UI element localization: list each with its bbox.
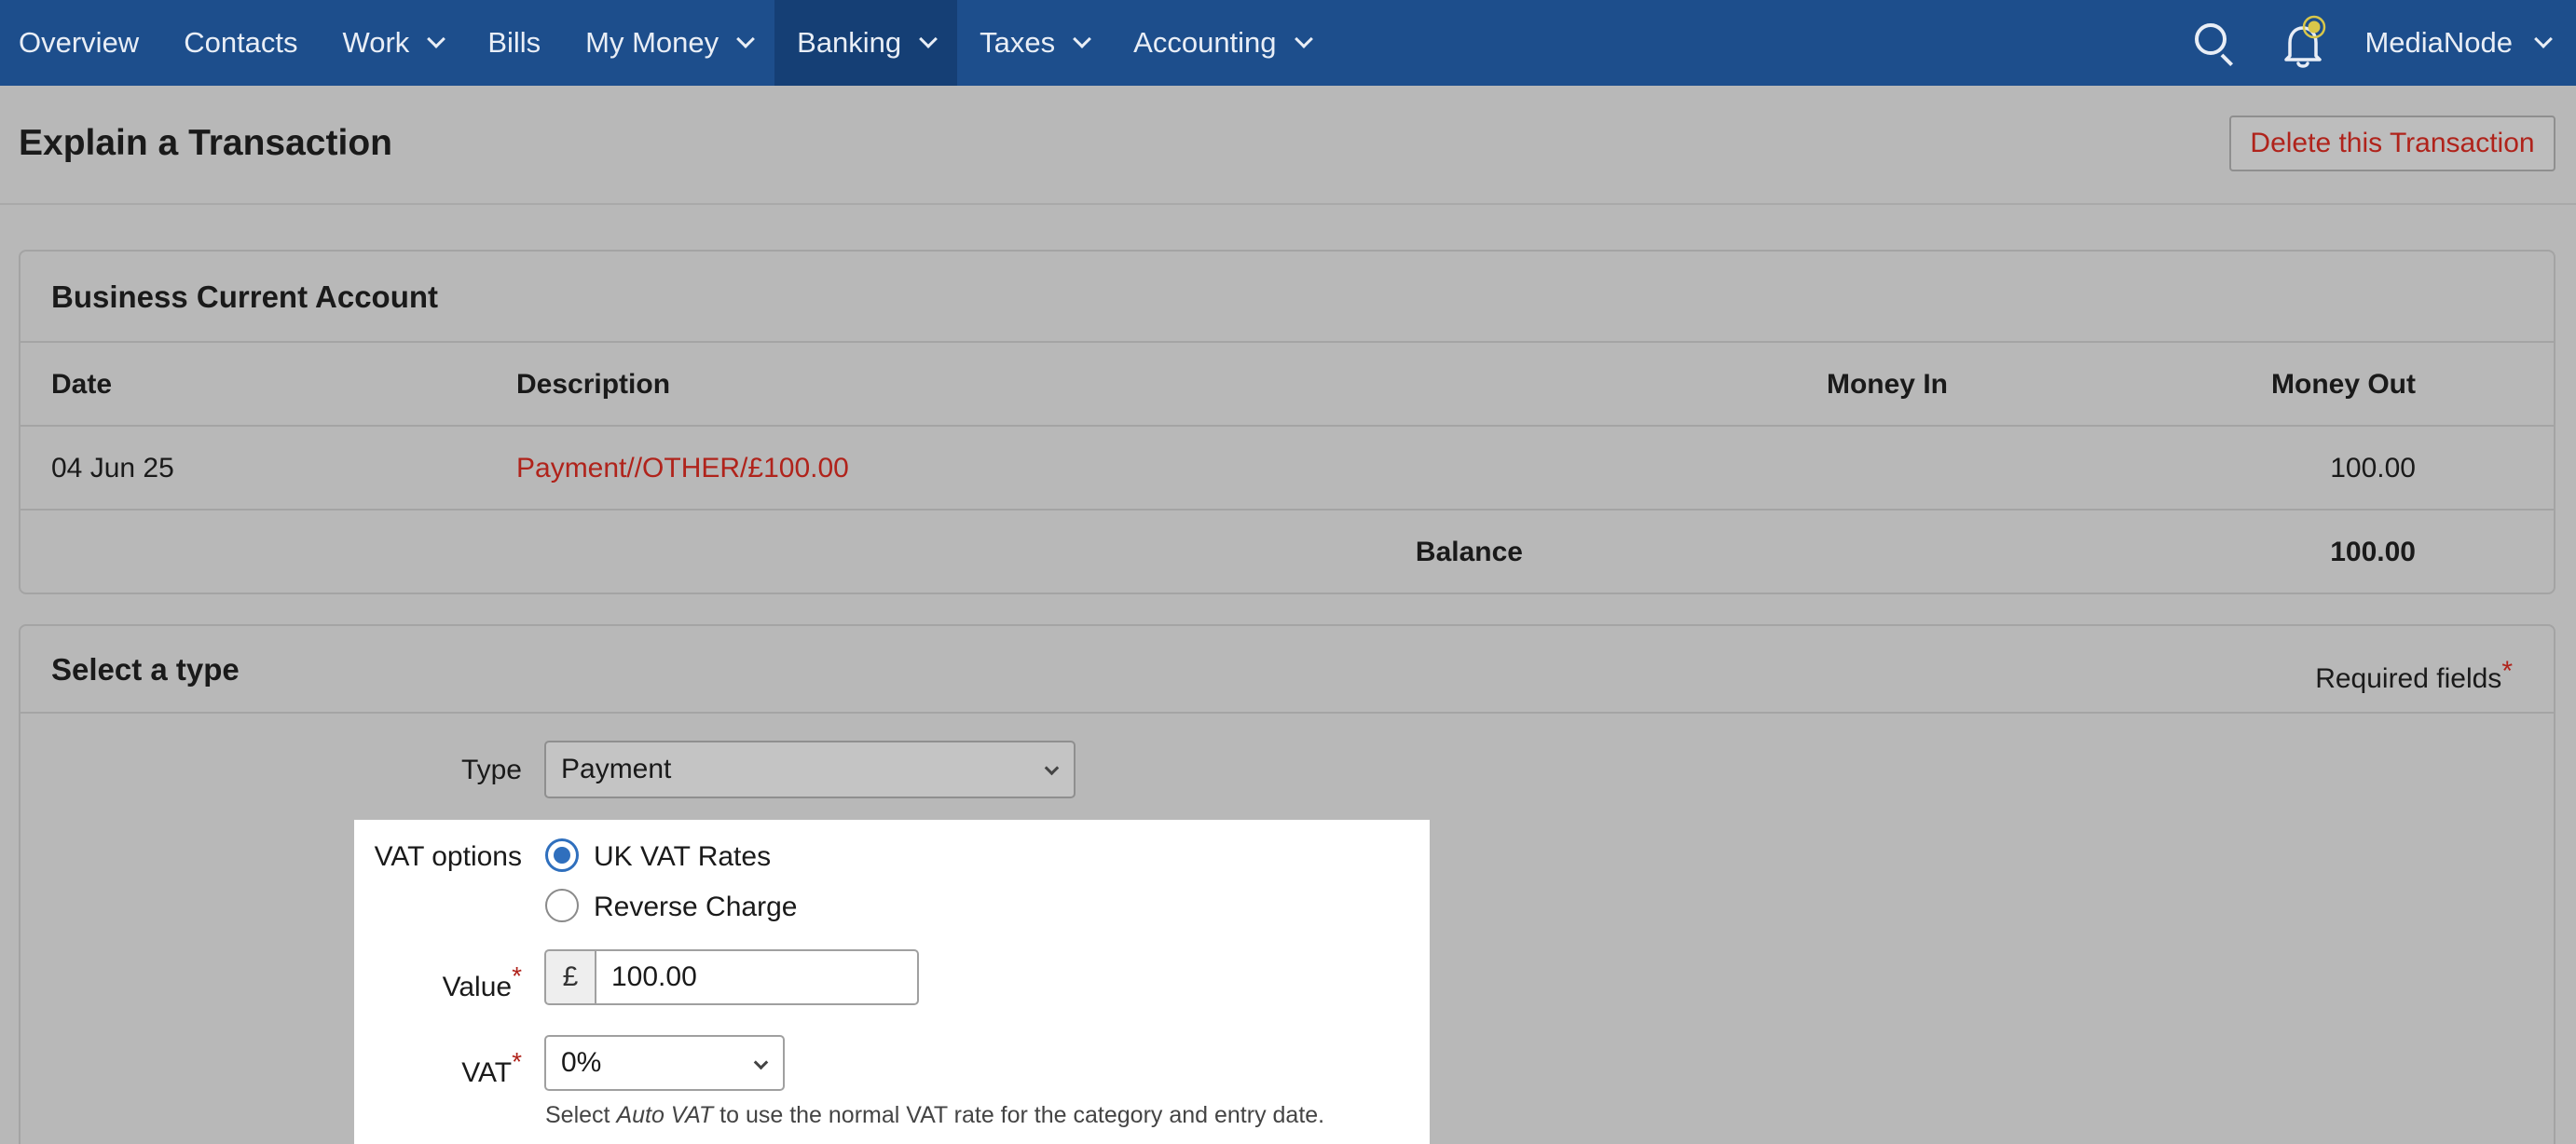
- vat-select[interactable]: 0%: [544, 1035, 785, 1091]
- vat-options-label: VAT options: [374, 841, 522, 872]
- column-header-date: Date: [51, 369, 113, 400]
- value-label: Value*: [442, 961, 522, 1002]
- required-star: *: [2501, 656, 2513, 687]
- nav-item-label: Bills: [487, 26, 541, 59]
- nav-right: MediaNode: [2193, 0, 2576, 86]
- chevron-down-icon: [1073, 30, 1092, 48]
- type-label: Type: [460, 755, 522, 785]
- table-header-row: Date Description Money In Money Out: [21, 343, 2554, 427]
- select-type-title: Select a type: [51, 652, 240, 687]
- value-input-group: £: [544, 949, 919, 1005]
- transaction-date: 04 Jun 25: [51, 453, 174, 483]
- nav-item-overview[interactable]: Overview: [0, 0, 161, 86]
- nav-item-taxes[interactable]: Taxes: [957, 0, 1111, 86]
- nav-item-banking[interactable]: Banking: [774, 0, 958, 86]
- vat-select-value: 0%: [561, 1047, 602, 1078]
- nav-item-bills[interactable]: Bills: [465, 0, 563, 86]
- select-type-header: Select a type Required fields*: [21, 626, 2554, 714]
- chevron-down-icon: [1294, 30, 1313, 48]
- account-menu-name[interactable]: MediaNode: [2364, 26, 2513, 60]
- chevron-down-icon[interactable]: [2534, 30, 2553, 48]
- required-fields-label: Required fields: [2315, 663, 2502, 694]
- nav-item-label: My Money: [585, 26, 719, 59]
- radio-uk-vat-rates[interactable]: [545, 838, 579, 872]
- nav-item-label: Work: [342, 26, 410, 59]
- chevron-down-icon: [753, 1055, 769, 1070]
- delete-transaction-button[interactable]: Delete this Transaction: [2229, 116, 2555, 171]
- transaction-description-link[interactable]: Payment//OTHER/£100.00: [516, 453, 849, 484]
- type-select[interactable]: Payment: [544, 741, 1076, 798]
- page-title: Explain a Transaction: [19, 123, 392, 163]
- bell-icon[interactable]: [2281, 15, 2327, 71]
- vat-hint-text: Select Auto VAT to use the normal VAT ra…: [545, 1102, 1325, 1128]
- chevron-down-icon: [427, 30, 446, 48]
- top-nav: Overview Contacts Work Bills My Money Ba…: [0, 0, 2576, 86]
- page-header: Explain a Transaction Delete this Transa…: [0, 86, 2576, 205]
- nav-item-accounting[interactable]: Accounting: [1111, 0, 1332, 86]
- account-panel-header: Business Current Account: [21, 252, 2554, 343]
- nav-item-label: Taxes: [980, 26, 1056, 59]
- balance-value: 100.00: [2330, 537, 2416, 567]
- nav-item-contacts[interactable]: Contacts: [161, 0, 320, 86]
- nav-item-label: Banking: [797, 26, 902, 59]
- radio-reverse-charge[interactable]: [545, 889, 579, 922]
- chevron-down-icon: [736, 30, 756, 48]
- balance-row: Balance 100.00: [21, 511, 2554, 594]
- nav-item-my-money[interactable]: My Money: [563, 0, 774, 86]
- column-header-description: Description: [516, 369, 671, 400]
- search-icon[interactable]: [2193, 21, 2236, 67]
- required-fields-note: Required fields*: [2315, 656, 2513, 695]
- required-star: *: [512, 1047, 522, 1076]
- radio-reverse-charge-label[interactable]: Reverse Charge: [594, 892, 797, 923]
- transaction-money-out: 100.00: [2330, 453, 2416, 483]
- column-header-money-in: Money In: [1826, 369, 1948, 400]
- currency-prefix: £: [544, 949, 595, 1005]
- type-select-value: Payment: [561, 754, 672, 784]
- column-header-money-out: Money Out: [2271, 369, 2416, 400]
- table-row: 04 Jun 25 Payment//OTHER/£100.00 100.00: [21, 427, 2554, 511]
- balance-label: Balance: [1415, 537, 1523, 567]
- nav-item-work[interactable]: Work: [321, 0, 466, 86]
- radio-uk-vat-rates-label[interactable]: UK VAT Rates: [594, 841, 771, 873]
- account-title: Business Current Account: [51, 279, 439, 314]
- value-input[interactable]: [595, 949, 919, 1005]
- account-panel: Business Current Account Date Descriptio…: [19, 250, 2555, 594]
- nav-item-label: Overview: [19, 26, 140, 59]
- vat-label: VAT*: [461, 1047, 522, 1088]
- nav-item-label: Contacts: [184, 26, 298, 59]
- required-star: *: [512, 961, 522, 990]
- chevron-down-icon: [919, 30, 939, 48]
- nav-item-label: Accounting: [1133, 26, 1277, 59]
- chevron-down-icon: [1044, 760, 1060, 776]
